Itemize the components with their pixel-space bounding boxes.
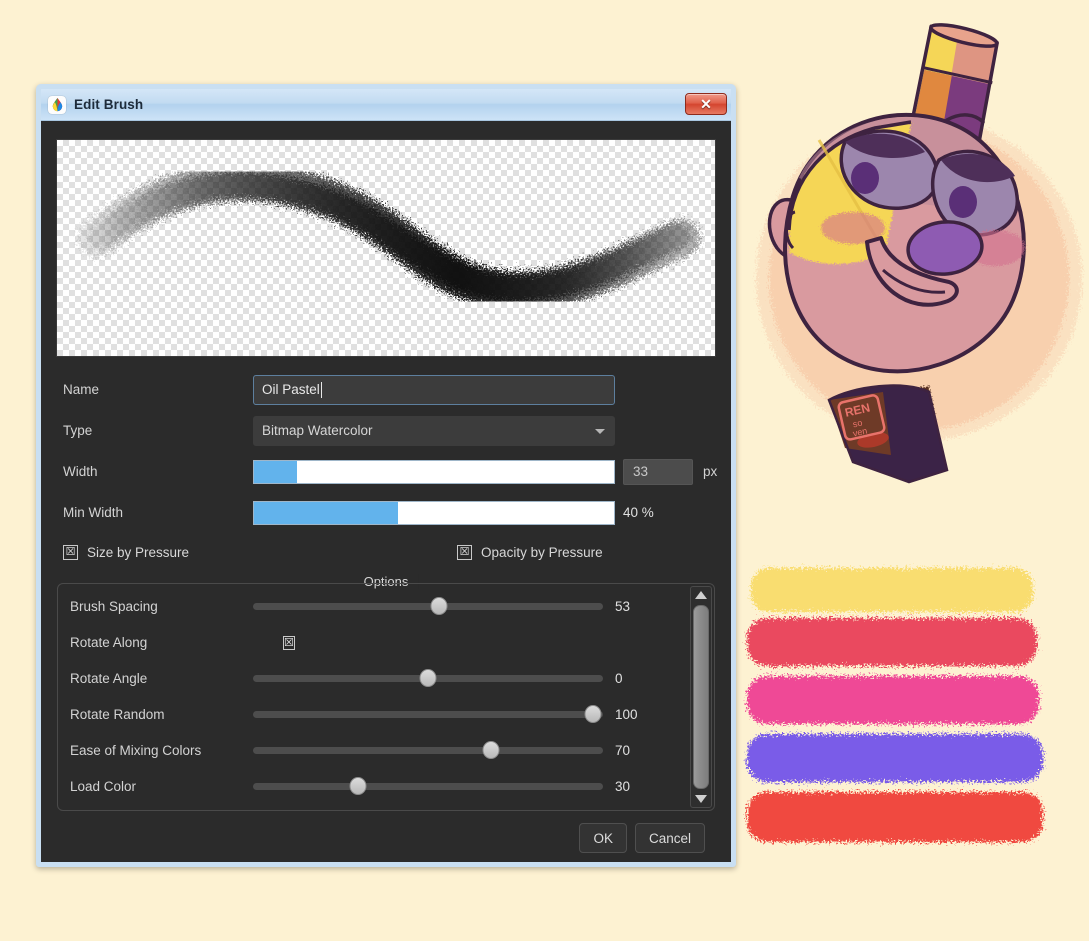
option-label: Rotate Random bbox=[70, 706, 165, 722]
chevron-down-icon bbox=[595, 428, 605, 434]
ease-of-mixing-colors-slider[interactable] bbox=[253, 738, 603, 762]
slider-track bbox=[253, 710, 603, 718]
slider-track bbox=[253, 602, 603, 610]
options-fieldset: Options Brush Spacing 53 Rotate Along ☒ bbox=[57, 574, 715, 811]
checkbox-icon: ☒ bbox=[457, 544, 473, 560]
options-scrollbar[interactable] bbox=[690, 586, 712, 808]
option-label: Rotate Along bbox=[70, 634, 148, 650]
opacity-by-pressure-label: Opacity by Pressure bbox=[481, 544, 603, 560]
scrollbar-thumb[interactable] bbox=[693, 605, 709, 789]
type-label: Type bbox=[63, 423, 93, 438]
triangle-down-icon bbox=[695, 795, 707, 803]
option-value: 100 bbox=[615, 706, 638, 722]
option-value: 30 bbox=[615, 778, 631, 794]
close-icon: ✕ bbox=[700, 96, 712, 112]
scroll-down-button[interactable] bbox=[691, 791, 711, 807]
dialog-body: Name Oil Pastel Type Bitmap Watercolor W… bbox=[41, 121, 731, 862]
min-width-slider-fill bbox=[254, 501, 398, 524]
option-row-ease-of-mixing-colors: Ease of Mixing Colors 70 bbox=[58, 732, 714, 768]
size-by-pressure-checkbox[interactable]: ☒ Size by Pressure bbox=[63, 544, 190, 560]
close-button[interactable]: ✕ bbox=[685, 93, 727, 115]
artwork-panel: REN so ven bbox=[733, 0, 1089, 941]
row-type: Type Bitmap Watercolor bbox=[53, 410, 719, 451]
rotate-angle-slider[interactable] bbox=[253, 666, 603, 690]
brush-fields: Name Oil Pastel Type Bitmap Watercolor W… bbox=[53, 369, 719, 533]
option-value: 70 bbox=[615, 742, 631, 758]
dialog-footer: OK Cancel bbox=[53, 823, 705, 853]
text-caret bbox=[320, 381, 322, 398]
min-width-label: Min Width bbox=[63, 505, 124, 520]
slider-track bbox=[253, 746, 603, 754]
option-row-rotate-random: Rotate Random 100 bbox=[58, 696, 714, 732]
option-label: Rotate Angle bbox=[70, 670, 148, 686]
triangle-up-icon bbox=[695, 591, 707, 599]
cancel-button[interactable]: Cancel bbox=[634, 823, 705, 853]
rotate-along-checkbox[interactable]: ☒ bbox=[283, 633, 295, 651]
scroll-up-button[interactable] bbox=[691, 587, 711, 603]
option-row-rotate-along: Rotate Along ☒ bbox=[58, 624, 714, 660]
option-label: Brush Spacing bbox=[70, 598, 158, 614]
swatch-violet bbox=[747, 734, 1043, 782]
row-name: Name Oil Pastel bbox=[53, 369, 719, 410]
slider-thumb[interactable] bbox=[430, 597, 447, 615]
swatch-red bbox=[747, 792, 1043, 842]
swatch-strokes bbox=[747, 568, 1043, 842]
slider-thumb[interactable] bbox=[349, 777, 367, 795]
min-width-value: 40 % bbox=[623, 505, 654, 520]
options-list: Brush Spacing 53 Rotate Along ☒ Rotate A… bbox=[57, 583, 715, 811]
edit-brush-dialog: Edit Brush ✕ Name Oil Pastel Type Bitmap… bbox=[36, 84, 736, 867]
option-label: Load Color bbox=[70, 778, 137, 794]
dialog-titlebar[interactable]: Edit Brush ✕ bbox=[41, 89, 731, 121]
option-label: Ease of Mixing Colors bbox=[70, 742, 202, 758]
row-min-width: Min Width 40 % bbox=[53, 492, 719, 533]
size-by-pressure-label: Size by Pressure bbox=[87, 544, 190, 560]
brush-preview-canvas bbox=[56, 139, 716, 357]
checkbox-icon: ☒ bbox=[63, 544, 78, 560]
pressure-checkbox-row: ☒ Size by Pressure ☒ Opacity by Pressure bbox=[53, 535, 719, 569]
slider-thumb[interactable] bbox=[584, 705, 601, 723]
min-width-slider[interactable] bbox=[253, 500, 615, 525]
artwork-illustration: REN so ven bbox=[733, 0, 1089, 941]
checkbox-icon: ☒ bbox=[283, 636, 295, 650]
width-slider-fill bbox=[254, 460, 298, 483]
slider-thumb[interactable] bbox=[482, 741, 500, 759]
load-color-slider[interactable] bbox=[253, 774, 603, 798]
ok-button[interactable]: OK bbox=[579, 823, 627, 853]
swatch-crimson bbox=[747, 618, 1037, 666]
name-input[interactable]: Oil Pastel bbox=[253, 374, 615, 405]
type-select-value: Bitmap Watercolor bbox=[262, 423, 373, 438]
slider-thumb[interactable] bbox=[419, 669, 437, 687]
type-select[interactable]: Bitmap Watercolor bbox=[253, 415, 615, 446]
palette-droplet-icon bbox=[48, 95, 66, 114]
opacity-by-pressure-checkbox[interactable]: ☒ Opacity by Pressure bbox=[457, 544, 603, 560]
brush-spacing-slider[interactable] bbox=[253, 594, 603, 618]
width-value-input[interactable]: 33 bbox=[623, 458, 693, 485]
name-input-value: Oil Pastel bbox=[262, 382, 320, 397]
swatch-magenta bbox=[747, 676, 1039, 724]
width-label: Width bbox=[63, 464, 98, 479]
dialog-title: Edit Brush bbox=[74, 97, 144, 112]
row-width: Width 33 px bbox=[53, 451, 719, 492]
option-value: 0 bbox=[615, 670, 623, 686]
option-value: 53 bbox=[615, 598, 631, 614]
option-row-brush-spacing: Brush Spacing 53 bbox=[58, 588, 714, 624]
name-label: Name bbox=[63, 382, 100, 397]
option-row-load-color: Load Color 30 bbox=[58, 768, 714, 804]
swatch-yellow bbox=[751, 568, 1033, 612]
width-unit: px bbox=[703, 464, 718, 479]
rotate-random-slider[interactable] bbox=[253, 702, 603, 726]
width-value: 33 bbox=[633, 464, 649, 479]
width-slider[interactable] bbox=[253, 459, 615, 484]
option-row-rotate-angle: Rotate Angle 0 bbox=[58, 660, 714, 696]
slider-track bbox=[253, 782, 603, 790]
